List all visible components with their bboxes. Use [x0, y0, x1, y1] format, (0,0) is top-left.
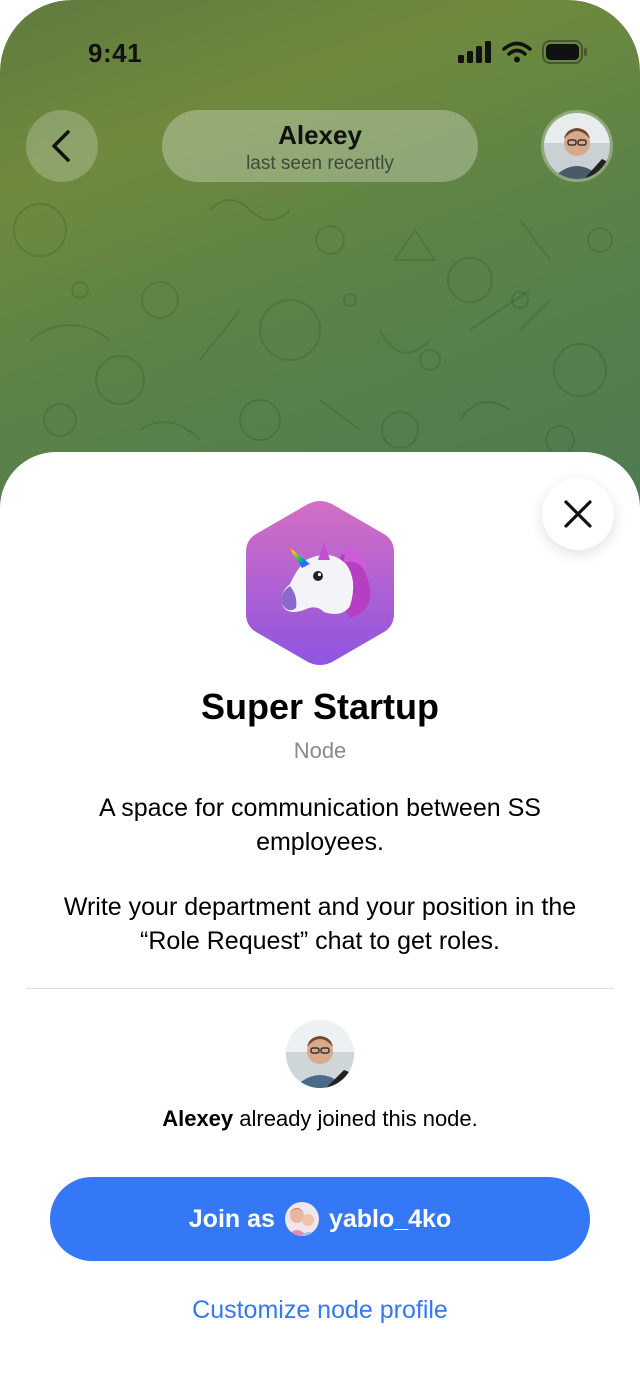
status-bar: 9:41	[0, 0, 640, 100]
status-icons	[458, 40, 588, 64]
joined-text: Alexey already joined this node.	[0, 1106, 640, 1132]
user-avatar	[284, 1202, 319, 1236]
member-avatar	[286, 1020, 354, 1088]
node-description-1: A space for communication between SS emp…	[99, 794, 541, 856]
close-button[interactable]	[542, 478, 614, 550]
contact-avatar[interactable]	[541, 110, 613, 182]
back-button[interactable]	[26, 110, 98, 182]
chat-title-name: Alexey	[278, 120, 362, 150]
join-button-label: Join as	[188, 1204, 275, 1233]
divider	[26, 988, 614, 989]
chevron-left-icon	[52, 130, 70, 162]
chat-title[interactable]: Alexey last seen recently	[162, 110, 478, 182]
join-button[interactable]: Join as yablo_4ko	[50, 1177, 590, 1261]
battery-icon	[542, 40, 587, 64]
join-button-username: yablo_4ko	[328, 1204, 452, 1233]
avatar-photo	[284, 1202, 319, 1236]
status-time: 9:41	[88, 38, 143, 68]
node-description-2: Write your department and your position …	[63, 893, 577, 955]
avatar-photo	[286, 1020, 354, 1088]
joined-name: Alexey	[162, 1106, 234, 1131]
customize-node-profile-link[interactable]: Customize node profile	[0, 1296, 640, 1325]
wifi-icon	[502, 41, 532, 63]
node-logo	[246, 501, 394, 665]
node-title: Super Startup	[200, 686, 440, 727]
cellular-signal-icon	[458, 41, 491, 63]
avatar-photo	[544, 113, 610, 179]
unicorn-icon	[281, 542, 371, 618]
joined-suffix: already joined this node.	[233, 1106, 478, 1131]
close-icon	[564, 500, 592, 528]
phone-screen: 9:41 Alexey last seen recently Super Sta…	[0, 0, 640, 1386]
chat-title-status: last seen recently	[246, 153, 394, 174]
node-type: Node	[293, 738, 347, 763]
